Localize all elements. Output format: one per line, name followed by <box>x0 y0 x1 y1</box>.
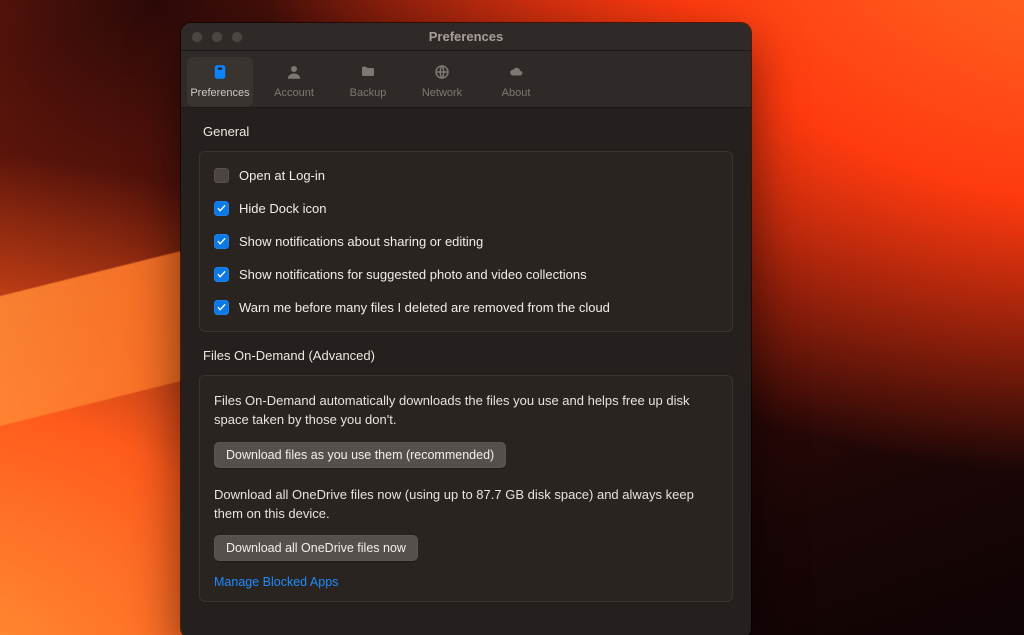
window-controls <box>181 31 243 43</box>
preferences-window: Preferences Preferences Account Backup <box>181 23 751 635</box>
checkbox-label: Show notifications about sharing or edit… <box>239 234 483 249</box>
cloud-icon <box>506 63 526 81</box>
prefs-toolbar: Preferences Account Backup Network About <box>181 51 751 108</box>
tab-about[interactable]: About <box>483 57 549 107</box>
pref-warn-delete[interactable]: Warn me before many files I deleted are … <box>214 300 718 315</box>
tab-label: Account <box>274 87 314 99</box>
checkbox-label: Warn me before many files I deleted are … <box>239 300 610 315</box>
window-title: Preferences <box>181 29 751 44</box>
minimize-window-button[interactable] <box>211 31 223 43</box>
checkbox-label: Open at Log-in <box>239 168 325 183</box>
person-icon <box>284 63 304 81</box>
download-as-you-use-button[interactable]: Download files as you use them (recommen… <box>214 442 506 468</box>
tab-backup[interactable]: Backup <box>335 57 401 107</box>
section-files-on-demand: Files On-Demand automatically downloads … <box>199 375 733 602</box>
fod-description-2: Download all OneDrive files now (using u… <box>214 486 718 524</box>
checkbox[interactable] <box>214 300 229 315</box>
pref-open-at-login[interactable]: Open at Log-in <box>214 168 718 183</box>
tab-label: Preferences <box>190 87 249 99</box>
checkbox-label: Hide Dock icon <box>239 201 326 216</box>
tab-label: Network <box>422 87 462 99</box>
checkbox[interactable] <box>214 168 229 183</box>
folder-icon <box>358 63 378 81</box>
zoom-window-button[interactable] <box>231 31 243 43</box>
prefs-content: General Open at Log-in Hide Dock icon Sh… <box>181 108 751 635</box>
fod-description-1: Files On-Demand automatically downloads … <box>214 392 718 430</box>
pref-photo-notifications[interactable]: Show notifications for suggested photo a… <box>214 267 718 282</box>
tab-label: Backup <box>350 87 387 99</box>
manage-blocked-apps-link[interactable]: Manage Blocked Apps <box>214 575 718 589</box>
tab-network[interactable]: Network <box>409 57 475 107</box>
tab-account[interactable]: Account <box>261 57 327 107</box>
tab-preferences[interactable]: Preferences <box>187 57 253 107</box>
checkbox[interactable] <box>214 267 229 282</box>
preferences-icon <box>210 63 230 81</box>
globe-icon <box>432 63 452 81</box>
pref-hide-dock-icon[interactable]: Hide Dock icon <box>214 201 718 216</box>
tab-label: About <box>502 87 531 99</box>
section-title-general: General <box>203 124 729 139</box>
close-window-button[interactable] <box>191 31 203 43</box>
download-all-files-button[interactable]: Download all OneDrive files now <box>214 535 418 561</box>
titlebar: Preferences <box>181 23 751 51</box>
checkbox[interactable] <box>214 201 229 216</box>
section-title-fod: Files On-Demand (Advanced) <box>203 348 729 363</box>
checkbox[interactable] <box>214 234 229 249</box>
section-general: Open at Log-in Hide Dock icon Show notif… <box>199 151 733 332</box>
checkbox-label: Show notifications for suggested photo a… <box>239 267 587 282</box>
pref-share-notifications[interactable]: Show notifications about sharing or edit… <box>214 234 718 249</box>
